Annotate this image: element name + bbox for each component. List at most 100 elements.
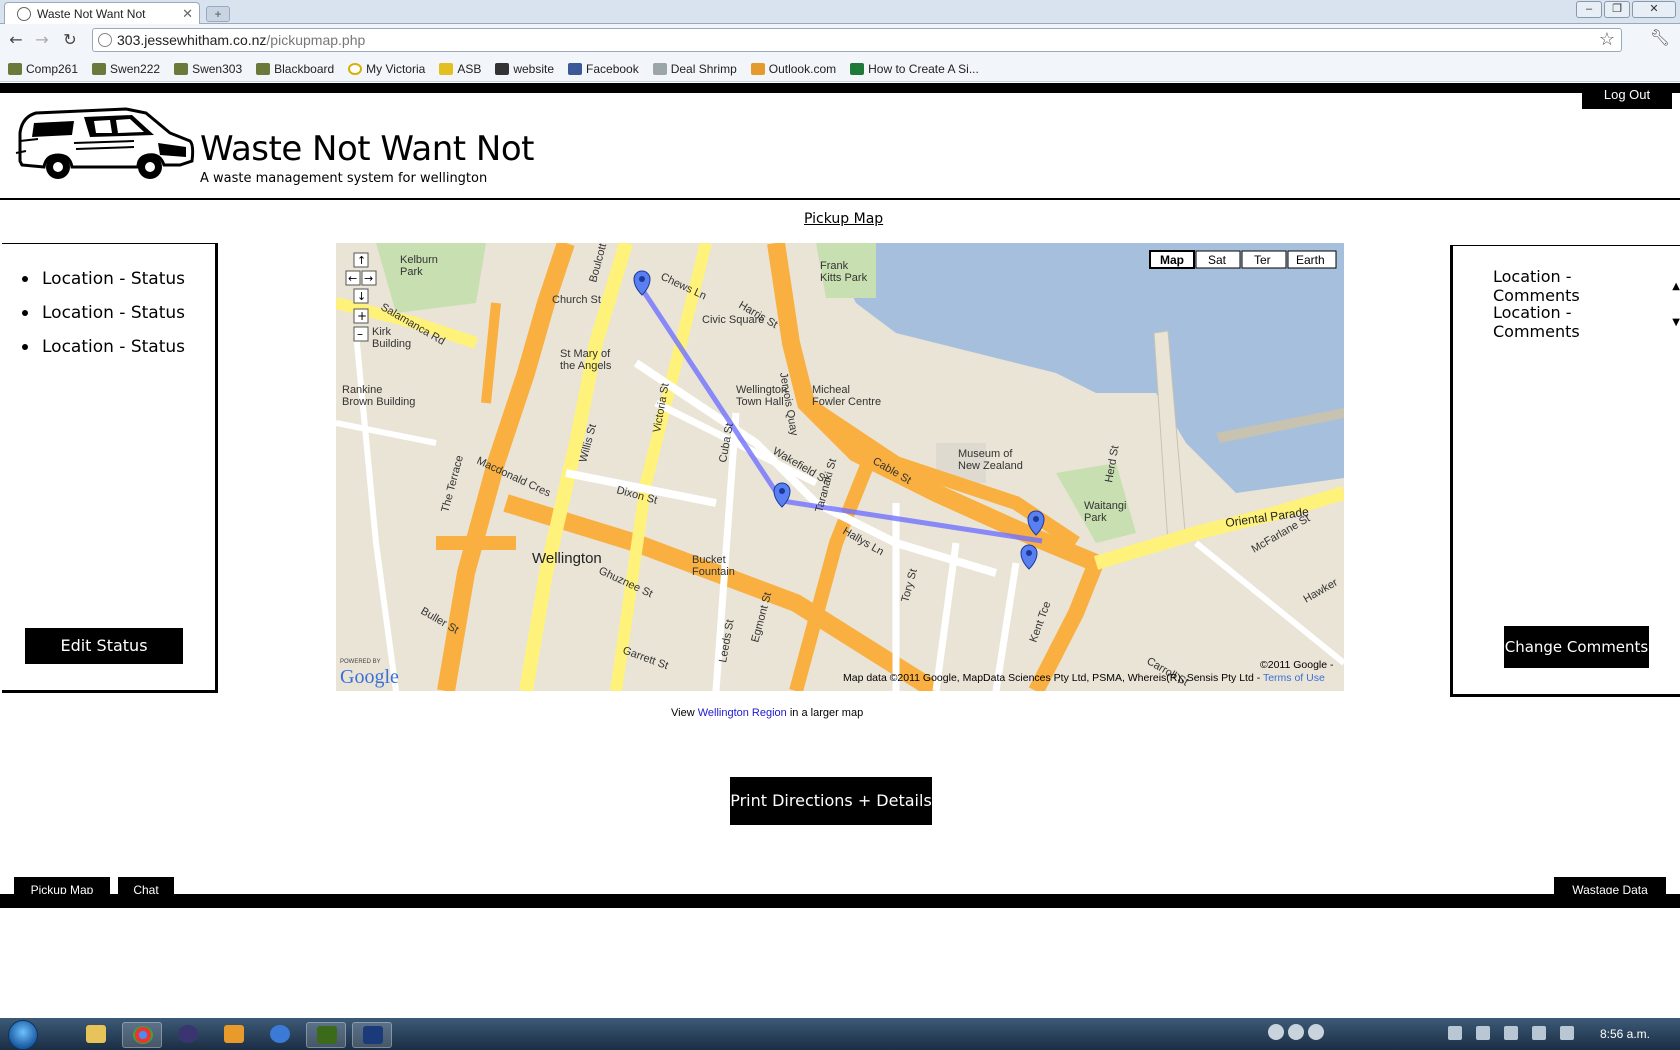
network-icon[interactable] bbox=[1532, 1026, 1546, 1040]
bookmark-favicon-icon bbox=[750, 62, 765, 75]
status-label: Location - Status bbox=[42, 269, 186, 289]
close-tab-icon[interactable]: ✕ bbox=[182, 6, 193, 22]
previous-track-icon[interactable] bbox=[1268, 1024, 1284, 1040]
bookmark-swen303[interactable]: Swen303 bbox=[174, 62, 242, 76]
change-comments-button[interactable]: Change Comments bbox=[1504, 626, 1649, 668]
windows-taskbar: 8:56 a.m. bbox=[0, 1018, 1680, 1050]
pan-up-icon[interactable]: ↑ bbox=[357, 254, 366, 267]
bookmark-comp261[interactable]: Comp261 bbox=[8, 62, 78, 76]
bookmark-outlook[interactable]: Outlook.com bbox=[750, 61, 837, 76]
maximize-button[interactable]: ❐ bbox=[1604, 1, 1630, 18]
bookmark-label: ASB bbox=[457, 61, 482, 76]
media-taskbar-button[interactable] bbox=[214, 1022, 254, 1048]
list-item[interactable]: Location - Status bbox=[22, 330, 185, 364]
minimize-button[interactable]: – bbox=[1576, 1, 1602, 18]
map-type-sat-label: Sat bbox=[1208, 253, 1227, 267]
folder-tray-icon[interactable] bbox=[1448, 1026, 1462, 1040]
street-label: The Terrace bbox=[439, 454, 466, 514]
chrome-taskbar-button[interactable] bbox=[122, 1022, 162, 1048]
status-label: Location - Status bbox=[42, 337, 186, 357]
comment-list: Location - Comments ▲ Location - Comments… bbox=[1493, 267, 1680, 341]
bookmark-my-victoria[interactable]: My Victoria bbox=[348, 62, 425, 76]
media-controls[interactable] bbox=[1268, 1024, 1324, 1040]
flag-icon[interactable] bbox=[1504, 1026, 1518, 1040]
list-item[interactable]: Location - Status bbox=[22, 262, 185, 296]
explorer-taskbar-button[interactable] bbox=[76, 1022, 116, 1048]
page-icon bbox=[98, 33, 112, 47]
eclipse-taskbar-button[interactable] bbox=[168, 1022, 208, 1048]
bookmark-favicon-icon bbox=[348, 62, 363, 75]
bookmark-asb[interactable]: ASB bbox=[439, 62, 481, 76]
logout-button[interactable]: Log Out bbox=[1582, 83, 1672, 109]
comments-panel: Location - Comments ▲ Location - Comments… bbox=[1450, 245, 1680, 697]
start-button[interactable] bbox=[8, 1020, 38, 1050]
bookmark-deal-shrimp[interactable]: Deal Shrimp bbox=[652, 62, 737, 76]
back-icon[interactable]: ← bbox=[6, 30, 26, 50]
pan-down-icon[interactable]: ↓ bbox=[357, 290, 366, 303]
print-directions-button[interactable]: Print Directions + Details bbox=[730, 777, 932, 825]
status-list: Location - Status Location - Status Loca… bbox=[22, 262, 185, 364]
bookmark-star-icon[interactable]: ☆ bbox=[1599, 29, 1615, 50]
pause-icon[interactable] bbox=[1288, 1024, 1304, 1040]
zoom-in-icon[interactable]: + bbox=[357, 309, 367, 323]
address-bar[interactable]: 303.jessewhitham.co.nz/pickupmap.php ☆ bbox=[92, 28, 1622, 52]
facebook-icon bbox=[568, 62, 583, 75]
list-item[interactable]: Location - Status bbox=[22, 296, 185, 330]
bookmark-label: Outlook.com bbox=[768, 61, 837, 76]
next-track-icon[interactable] bbox=[1308, 1024, 1324, 1040]
street-label: Church St bbox=[552, 294, 601, 306]
van-logo bbox=[15, 107, 195, 179]
map-marker[interactable] bbox=[633, 270, 651, 296]
reload-icon[interactable]: ↻ bbox=[60, 30, 80, 50]
bookmark-label: Blackboard bbox=[274, 61, 335, 76]
media-player-icon bbox=[224, 1025, 244, 1043]
bookmark-favicon-icon bbox=[652, 62, 667, 75]
pan-right-icon[interactable]: → bbox=[364, 272, 373, 285]
terms-of-use-link[interactable]: Terms of Use bbox=[1263, 672, 1325, 684]
map-copyright: ©2011 Google - bbox=[1260, 659, 1334, 671]
photoshop-taskbar-button[interactable] bbox=[352, 1022, 392, 1048]
map-attribution: Map data ©2011 Google, MapData Sciences … bbox=[843, 672, 1325, 684]
clock[interactable]: 8:56 a.m. bbox=[1600, 1027, 1650, 1041]
bookmark-how-to[interactable]: How to Create A Si... bbox=[850, 62, 979, 76]
zoom-out-icon[interactable]: – bbox=[357, 327, 363, 341]
page-heading[interactable]: Pickup Map bbox=[804, 211, 883, 227]
eclipse-icon bbox=[178, 1025, 198, 1043]
map-marker[interactable] bbox=[1020, 544, 1038, 570]
show-hidden-icon[interactable] bbox=[1476, 1026, 1490, 1040]
wrench-icon[interactable]: 🔧︎ bbox=[1650, 28, 1670, 47]
page: Log Out Waste Not Want Not A waste manag… bbox=[0, 83, 1680, 1018]
bookmark-swen222[interactable]: Swen222 bbox=[92, 62, 160, 76]
status-label: Location - Status bbox=[42, 303, 186, 323]
browser-tab-bar: Waste Not Want Not ✕ + – ❐ ✕ bbox=[0, 0, 1680, 24]
new-tab-button[interactable]: + bbox=[206, 6, 230, 22]
dreamweaver-taskbar-button[interactable] bbox=[306, 1022, 346, 1048]
larger-map-link[interactable]: Wellington Region bbox=[698, 707, 787, 719]
bookmark-favicon-icon bbox=[439, 62, 454, 75]
google-map[interactable]: Kelburn Park Frank Kitts Park Civic Square… bbox=[336, 243, 1344, 691]
list-item[interactable]: Location - Comments ▲ bbox=[1493, 267, 1680, 305]
forward-icon[interactable]: → bbox=[32, 30, 52, 50]
header-divider bbox=[0, 198, 1680, 200]
street-label: Kent Tce bbox=[1028, 600, 1054, 644]
browser-toolbar: ← → ↻ 303.jessewhitham.co.nz/pickupmap.p… bbox=[0, 24, 1680, 56]
browser-tab[interactable]: Waste Not Want Not ✕ bbox=[4, 2, 200, 24]
bookmark-website[interactable]: website bbox=[495, 62, 554, 76]
close-window-button[interactable]: ✕ bbox=[1632, 1, 1676, 18]
itunes-taskbar-button[interactable] bbox=[260, 1022, 300, 1048]
edit-status-button[interactable]: Edit Status bbox=[25, 628, 183, 664]
pan-left-icon[interactable]: ← bbox=[348, 272, 357, 285]
map-canvas[interactable]: Kelburn Park Frank Kitts Park Civic Square… bbox=[336, 243, 1344, 691]
map-label-kirk: Kirk Building bbox=[372, 326, 411, 350]
google-logo[interactable]: Google bbox=[340, 666, 399, 688]
bookmark-favicon-icon bbox=[850, 62, 865, 75]
bullet-icon bbox=[22, 310, 28, 316]
folder-icon bbox=[86, 1025, 106, 1043]
comment-marker-icon: ▼ bbox=[1672, 316, 1680, 328]
list-item[interactable]: Location - Comments ▼ bbox=[1493, 303, 1680, 341]
bookmark-blackboard[interactable]: Blackboard bbox=[256, 62, 334, 76]
volume-icon[interactable] bbox=[1560, 1026, 1574, 1040]
bookmark-facebook[interactable]: Facebook bbox=[568, 62, 639, 76]
street-label: Tory St bbox=[899, 568, 919, 604]
chrome-icon bbox=[133, 1026, 153, 1044]
